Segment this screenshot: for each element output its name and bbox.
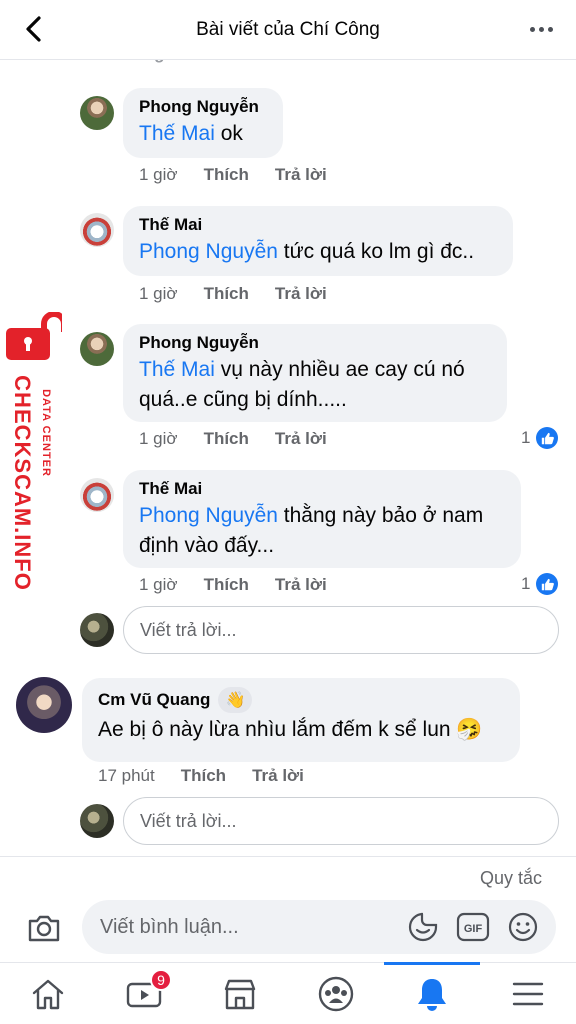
comment-text: Thế Mai vụ này nhiều ae cay cú nó quá..e … [139,358,465,411]
reply-input[interactable]: Viết trả lời... [123,797,559,845]
comment-text: Phong Nguyễn tức quá ko lm gì đc.. [139,240,475,263]
comment-time: 1 giờ [139,429,178,448]
avatar[interactable] [80,332,114,366]
thumbs-up-icon [536,427,559,449]
tab-marketplace[interactable] [192,963,288,1024]
reply-button[interactable]: Trả lời [275,575,327,595]
comment-bubble: Cm Vũ Quang 👋 Ae bị ô này lừa nhìu lắm đế… [82,678,520,762]
comment-input[interactable]: Viết bình luận... GIF [82,900,556,954]
camera-icon[interactable] [26,910,62,946]
divider [0,856,576,857]
reply-button[interactable]: Trả lời [275,165,327,185]
comment-actions: 1 giờ Thích Trả lời [139,165,327,185]
page-title: Bài viết của Chí Công [196,18,380,40]
like-button[interactable]: Thích [204,575,249,595]
home-icon [32,979,64,1010]
reply-button[interactable]: Trả lời [252,766,304,786]
comment-actions: 17 phút Thích Trả lời [98,766,304,786]
lock-icon [6,312,62,360]
avatar[interactable] [80,96,114,130]
notification-badge: 9 [150,969,172,991]
commenter-name[interactable]: Cm Vũ Quang 👋 [98,687,504,713]
comment-text: Ae bị ô này lừa nhìu lắm đếm k sể lun 🤧 [98,718,483,741]
reply-input[interactable]: Viết trả lời... [123,606,559,654]
emoji-icon[interactable] [506,910,540,944]
comment-time: 1 giờ [139,165,178,184]
back-button[interactable] [18,14,48,44]
commenter-name[interactable]: Phong Nguyễn [139,97,267,117]
comment-time: 17 phút [98,766,155,785]
avatar[interactable] [80,213,114,247]
comment-actions: 1 giờ Thích Trả lời [139,575,327,595]
mention-link[interactable]: Phong Nguyễn [139,240,278,263]
comment-time: 1 giờ [139,575,178,594]
comment-bubble: Phong Nguyễn Thế Mai vụ này nhiều ae cay… [123,324,507,422]
more-options-button[interactable] [524,14,558,44]
thumbs-up-icon [536,573,559,595]
comment-bubble: Thế Mai Phong Nguyễn thằng này bảo ở nam… [123,470,521,568]
reply-button[interactable]: Trả lời [275,429,327,449]
comment-text: Phong Nguyễn thằng này bảo ở nam định vào… [139,504,484,557]
mention-link[interactable]: Thế Mai [139,358,215,381]
reply-button[interactable]: Trả lời [275,284,327,304]
top-bar: Bài viết của Chí Công [0,0,576,60]
groups-icon [318,976,354,1012]
reaction-count[interactable]: 1 [521,573,559,595]
like-button[interactable]: Thích [204,165,249,185]
comment-bubble: Thế Mai Phong Nguyễn tức quá ko lm gì đc… [123,206,513,276]
bell-icon [418,979,446,1011]
tab-home[interactable] [0,963,96,1024]
marketplace-icon [224,979,256,1010]
commenter-name[interactable]: Thế Mai [139,479,505,499]
comment-composer: Viết bình luận... GIF [0,896,576,960]
comment-bubble: Phong Nguyễn Thế Mai ok [123,88,283,158]
sticker-icon[interactable] [406,910,440,944]
waving-hand-icon: 👋 [218,687,253,713]
my-avatar [80,804,114,838]
watermark-main-text: CHECKSCAM.INFO [10,375,35,591]
commenter-name[interactable]: Thế Mai [139,215,497,235]
checkscam-watermark: CHECKSCAM.INFO DATA CENTER [2,308,64,598]
mention-link[interactable]: Thế Mai [139,122,215,145]
gif-icon[interactable]: GIF [456,910,490,944]
back-arrow-icon [26,16,41,42]
avatar[interactable] [80,478,114,512]
comment-time: 1 giờ [139,284,178,303]
bottom-tab-bar: 9 [0,962,576,1024]
tab-notifications[interactable] [384,962,480,1024]
commenter-name[interactable]: Phong Nguyễn [139,333,491,353]
like-button[interactable]: Thích [204,284,249,304]
community-rules-link[interactable]: Quy tắc [480,868,542,889]
tab-groups[interactable] [288,963,384,1024]
tab-video[interactable]: 9 [96,963,192,1024]
comment-actions: 1 giờ Thích Trả lời [139,429,327,449]
mention-link[interactable]: Phong Nguyễn [139,504,278,527]
menu-icon [512,982,544,1006]
avatar[interactable] [16,677,72,733]
my-avatar [80,613,114,647]
watermark-sub-text: DATA CENTER [40,389,52,477]
comment-text: Thế Mai ok [139,122,243,145]
comment-actions: 1 giờ Thích Trả lời [139,284,327,304]
tab-menu[interactable] [480,963,576,1024]
like-button[interactable]: Thích [181,766,226,786]
svg-text:GIF: GIF [464,923,483,935]
like-button[interactable]: Thích [204,429,249,449]
reaction-count[interactable]: 1 [521,427,559,449]
